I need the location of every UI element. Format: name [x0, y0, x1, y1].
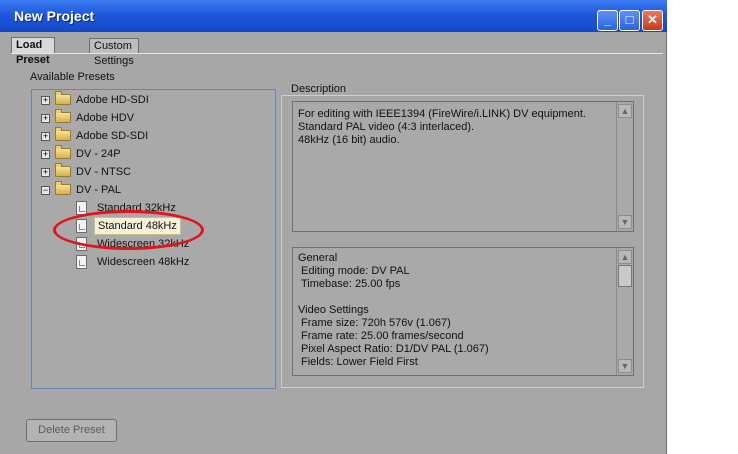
details-line: General [298, 252, 338, 264]
folder-icon [55, 127, 71, 141]
new-project-dialog: New Project _ □ ✕ Load Preset Custom Set… [0, 0, 667, 454]
tree-item-label: Standard 32kHz [97, 202, 176, 214]
scroll-down-arrow-icon[interactable]: ▼ [618, 359, 632, 373]
details-line: Pixel Aspect Ratio: D1/DV PAL (1.067) [301, 343, 489, 355]
description-line: For editing with IEEE1394 (FireWire/i.LI… [298, 108, 586, 120]
close-button[interactable]: ✕ [642, 10, 663, 31]
expand-toggle[interactable]: + [41, 96, 50, 105]
details-line: Video Settings [298, 304, 369, 316]
delete-preset-button[interactable]: Delete Preset [26, 419, 117, 442]
preset-file-icon [76, 255, 87, 269]
expand-toggle[interactable]: + [41, 150, 50, 159]
tree-folder-label: Adobe SD-SDI [76, 130, 149, 142]
preset-file-icon [76, 201, 87, 215]
description-line: Standard PAL video (4:3 interlaced). [298, 121, 475, 133]
description-scrollbar[interactable]: ▲ ▼ [616, 102, 633, 231]
details-line: Frame size: 720h 576v (1.067) [301, 317, 451, 329]
folder-open-icon [55, 181, 71, 195]
tree-folder-label: DV - PAL [76, 184, 122, 196]
tree-item-label: Widescreen 32kHz [97, 238, 190, 250]
folder-icon [55, 91, 71, 105]
details-line: Fields: Lower Field First [301, 356, 418, 368]
tab-custom-settings[interactable]: Custom Settings [89, 38, 139, 67]
minimize-button[interactable]: _ [597, 10, 618, 31]
scroll-down-arrow-icon[interactable]: ▼ [618, 215, 632, 229]
maximize-button[interactable]: □ [619, 10, 640, 31]
title-bar[interactable]: New Project _ □ ✕ [0, 0, 667, 32]
scroll-thumb[interactable] [618, 265, 632, 287]
tree-item-widescreen-48khz[interactable]: Widescreen 48kHz [32, 253, 232, 271]
tree-folder-label: DV - NTSC [76, 166, 131, 178]
details-textbox[interactable]: General Editing mode: DV PAL Timebase: 2… [292, 247, 634, 376]
description-line: 48kHz (16 bit) audio. [298, 134, 400, 146]
tree-item-widescreen-32khz[interactable]: Widescreen 32kHz [32, 235, 232, 253]
tree-item-standard-32khz[interactable]: Standard 32kHz [32, 199, 232, 217]
details-line: Frame rate: 25.00 frames/second [301, 330, 464, 342]
tree-item-standard-48khz[interactable]: Standard 48kHz [32, 217, 232, 235]
details-line: Timebase: 25.00 fps [301, 278, 401, 290]
scroll-up-arrow-icon[interactable]: ▲ [618, 104, 632, 118]
expand-toggle[interactable]: + [41, 114, 50, 123]
preset-file-icon [76, 237, 87, 251]
details-scrollbar[interactable]: ▲ ▼ [616, 248, 633, 375]
tree-item-label-selected: Standard 48kHz [94, 217, 181, 235]
preset-file-icon [76, 219, 87, 233]
tree-folder-label: Adobe HDV [76, 112, 135, 124]
tab-load-preset[interactable]: Load Preset [11, 37, 55, 66]
details-line: Editing mode: DV PAL [301, 265, 410, 277]
tree-folder-label: DV - 24P [76, 148, 121, 160]
available-presets-label: Available Presets [30, 71, 115, 83]
folder-icon [55, 145, 71, 159]
folder-icon [55, 109, 71, 123]
expand-toggle[interactable]: + [41, 132, 50, 141]
tree-folder-label: Adobe HD-SDI [76, 94, 149, 106]
tree-item-label: Widescreen 48kHz [97, 256, 190, 268]
collapse-toggle[interactable]: − [41, 186, 50, 195]
expand-toggle[interactable]: + [41, 168, 50, 177]
description-textbox[interactable]: For editing with IEEE1394 (FireWire/i.LI… [292, 101, 634, 232]
window-title: New Project [14, 8, 95, 24]
scroll-up-arrow-icon[interactable]: ▲ [618, 250, 632, 264]
folder-icon [55, 163, 71, 177]
description-label: Description [289, 83, 349, 95]
presets-tree[interactable]: + Adobe HD-SDI + Adobe HDV + Adobe SD-SD… [31, 89, 276, 389]
